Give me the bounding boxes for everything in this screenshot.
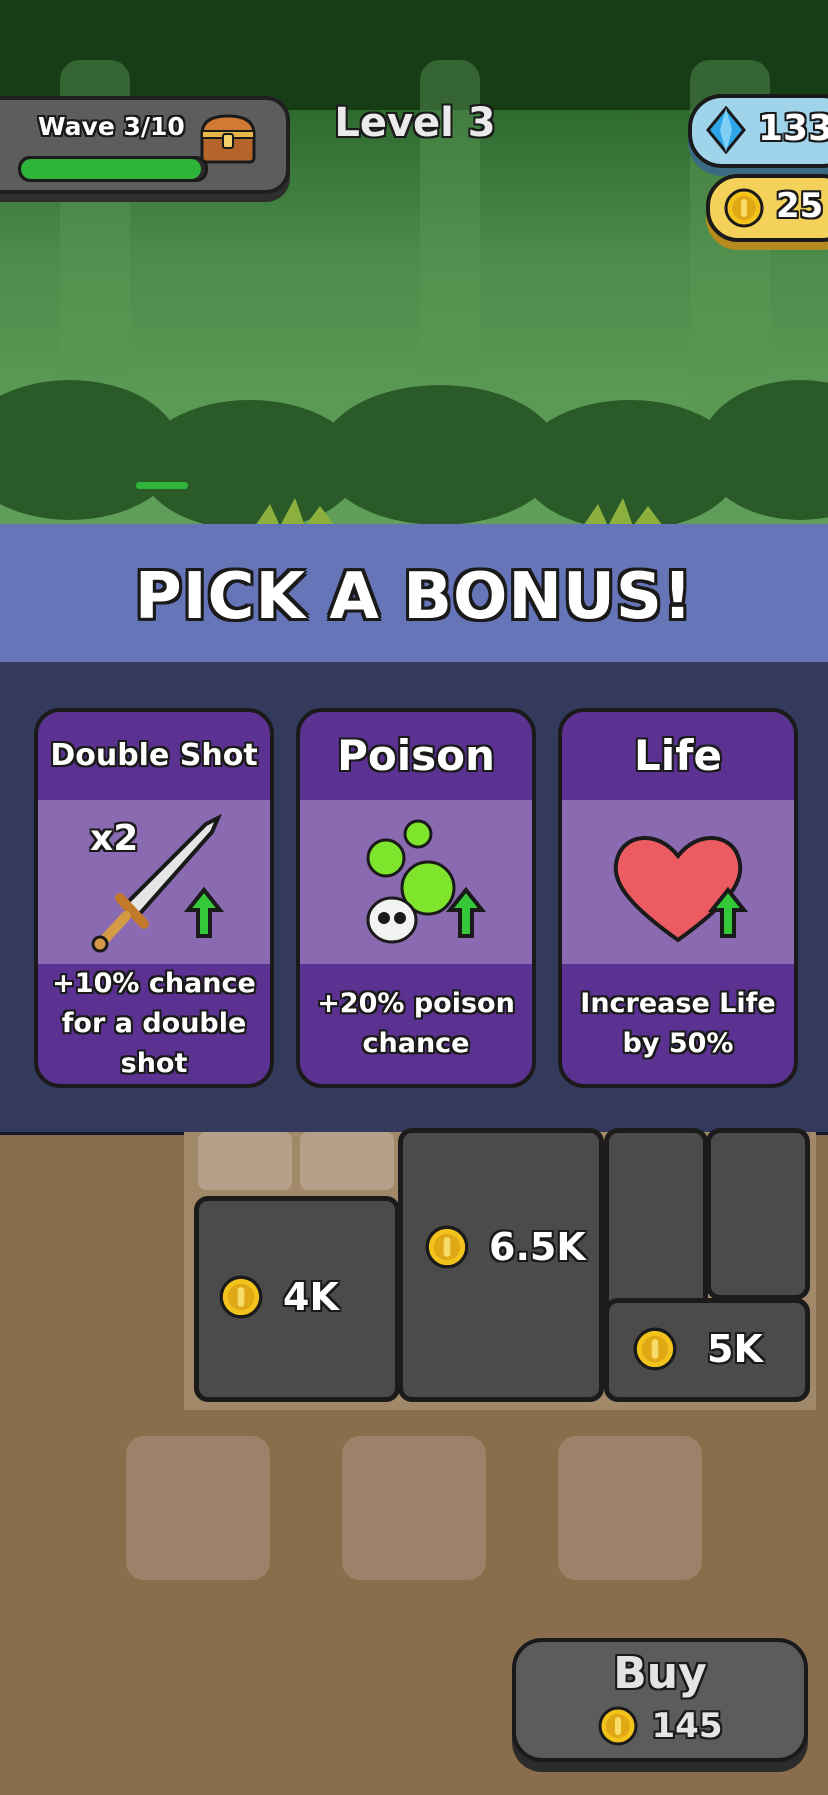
multiplier-badge: x2 xyxy=(90,818,139,859)
grass-tuft xyxy=(256,498,334,524)
buy-button[interactable]: Buy 145 xyxy=(512,1638,808,1762)
card-title: Life xyxy=(634,731,722,780)
empty-cell xyxy=(198,1132,292,1190)
enemy-health-bar xyxy=(136,482,188,489)
heart-icon xyxy=(613,836,749,943)
coin-icon xyxy=(633,1327,677,1371)
card-description: +20% poison chance xyxy=(317,988,515,1059)
grass-tuft xyxy=(584,498,662,524)
wave-progress-bar xyxy=(18,156,208,182)
board-block[interactable]: 4K xyxy=(194,1196,400,1402)
wave-panel: Wave 3/10 xyxy=(0,96,290,194)
wave-progress-fill xyxy=(21,159,202,179)
poison-skull-icon xyxy=(366,819,487,944)
block-price-value: 5K xyxy=(707,1327,763,1371)
block-price-value: 6.5K xyxy=(489,1225,586,1269)
coin-icon xyxy=(425,1225,469,1269)
bonus-card-double-shot[interactable]: Double Shot x2 +10% chance for a double … xyxy=(34,708,274,1088)
upgrade-arrow-icon xyxy=(183,886,225,938)
sword-icon xyxy=(91,813,225,953)
buy-label: Buy xyxy=(613,1648,707,1699)
board-block[interactable]: 6.5K xyxy=(398,1128,604,1402)
gems-counter[interactable]: 133 xyxy=(688,94,828,168)
inventory-slot[interactable] xyxy=(126,1436,270,1580)
empty-cell xyxy=(300,1132,394,1190)
bonus-card-poison[interactable]: Poison +20% poison chance xyxy=(296,708,536,1088)
gem-icon xyxy=(706,106,746,154)
wave-label: Wave 3/10 xyxy=(38,112,185,141)
block-price: 5K xyxy=(633,1327,763,1371)
card-description: Increase Life by 50% xyxy=(580,988,776,1059)
bonus-title: PICK A BONUS! xyxy=(134,560,694,634)
block-price-value: 4K xyxy=(283,1275,339,1319)
card-description: +10% chance for a double shot xyxy=(52,968,256,1079)
treasure-chest-icon[interactable] xyxy=(200,114,256,164)
coins-value: 25 xyxy=(776,186,824,226)
inventory-slot[interactable] xyxy=(558,1436,702,1580)
card-title: Double Shot xyxy=(50,738,258,773)
bonus-panel: Double Shot x2 +10% chance for a double … xyxy=(0,662,828,1135)
bonus-banner: PICK A BONUS! xyxy=(0,524,828,665)
card-art: x2 xyxy=(38,800,270,964)
level-title: Level 3 xyxy=(334,100,496,146)
coin-icon xyxy=(219,1275,263,1319)
board-block-part[interactable] xyxy=(706,1128,810,1300)
coins-counter[interactable]: 25 xyxy=(706,174,828,242)
coin-icon xyxy=(598,1706,637,1746)
card-art xyxy=(300,800,532,964)
bonus-card-life[interactable]: Life Increase Life by 50% xyxy=(558,708,798,1088)
buy-cost-row: 145 xyxy=(516,1706,804,1746)
upgrade-arrow-icon xyxy=(445,886,487,938)
card-title: Poison xyxy=(337,731,495,780)
gems-value: 133 xyxy=(758,108,828,149)
board-block[interactable]: 5K xyxy=(604,1298,810,1402)
inventory-slot[interactable] xyxy=(342,1436,486,1580)
coin-icon xyxy=(724,188,764,228)
block-price: 6.5K xyxy=(425,1225,586,1269)
block-price: 4K xyxy=(219,1275,339,1319)
card-art xyxy=(562,800,794,964)
buy-cost: 145 xyxy=(651,1706,723,1746)
game-scene: Wave 3/10 Level 3 133 25 xyxy=(0,0,828,524)
